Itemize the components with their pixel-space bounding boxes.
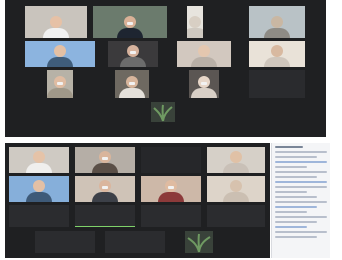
- name-tile[interactable]: [207, 205, 265, 227]
- participant-video: [92, 180, 118, 202]
- face-mask: [201, 82, 207, 85]
- name-tile[interactable]: [75, 205, 135, 227]
- participant-video: [187, 16, 203, 38]
- plant-icon: [153, 104, 173, 122]
- face-mask: [129, 82, 135, 85]
- active-speaker-indicator: [75, 226, 135, 227]
- chat-message: [275, 181, 327, 183]
- participant-video: [264, 45, 290, 67]
- participant-video: [43, 16, 69, 38]
- participant-video: [223, 151, 249, 173]
- face-mask: [127, 22, 133, 25]
- participant-tile[interactable]: [108, 41, 158, 67]
- chat-message: [275, 161, 327, 163]
- chat-message: [275, 196, 317, 198]
- chat-message: [275, 191, 307, 193]
- participant-tile[interactable]: [249, 41, 305, 67]
- participant-video: [264, 16, 290, 38]
- participant-video: [92, 151, 118, 173]
- participant-tile[interactable]: [115, 70, 149, 98]
- chat-message: [275, 216, 327, 218]
- participant-tile[interactable]: [249, 6, 305, 38]
- participant-video: [47, 76, 73, 98]
- participant-tile[interactable]: [177, 41, 231, 67]
- face-mask: [102, 186, 108, 189]
- participant-tile[interactable]: [249, 70, 305, 98]
- chat-message: [275, 201, 327, 203]
- face-mask: [168, 186, 174, 189]
- participant-tile[interactable]: [207, 176, 265, 202]
- participant-video: [191, 76, 217, 98]
- participant-video: [158, 180, 184, 202]
- chat-message: [275, 171, 327, 173]
- participant-tile[interactable]: [93, 6, 167, 38]
- chat-message: [275, 236, 317, 238]
- participant-tile[interactable]: [9, 147, 69, 173]
- participant-tile[interactable]: [75, 176, 135, 202]
- participant-tile[interactable]: [207, 147, 265, 173]
- bottom-meeting-window: [5, 143, 270, 258]
- participant-video: [26, 180, 52, 202]
- chat-message: [275, 186, 327, 188]
- participant-tile[interactable]: [9, 176, 69, 202]
- participant-video: [119, 76, 145, 98]
- chat-message: [275, 151, 327, 153]
- chat-message: [275, 166, 307, 168]
- plant-tile[interactable]: [185, 231, 213, 253]
- plant-icon: [187, 233, 211, 253]
- name-tile[interactable]: [35, 231, 95, 253]
- chat-message: [275, 176, 317, 178]
- participant-video: [191, 45, 217, 67]
- participant-tile[interactable]: [47, 70, 73, 98]
- top-meeting-window: [5, 0, 326, 137]
- participant-tile[interactable]: [187, 6, 203, 38]
- chat-message: [275, 211, 307, 213]
- participant-tile[interactable]: [25, 41, 95, 67]
- plant-tile[interactable]: [151, 102, 175, 122]
- name-tile[interactable]: [141, 205, 201, 227]
- participant-tile[interactable]: [25, 6, 87, 38]
- participant-video: [223, 180, 249, 202]
- name-tile[interactable]: [105, 231, 165, 253]
- participant-video: [26, 151, 52, 173]
- face-mask: [102, 157, 108, 160]
- participant-tile[interactable]: [141, 176, 201, 202]
- chat-message: [275, 226, 307, 228]
- participant-video: [47, 45, 73, 67]
- chat-message: [275, 206, 317, 208]
- chat-message: [275, 156, 317, 158]
- face-mask: [57, 82, 63, 85]
- chat-message: [275, 231, 327, 233]
- participant-tile[interactable]: [189, 70, 219, 98]
- participant-video: [120, 45, 146, 67]
- chat-message: [275, 221, 317, 223]
- participant-video: [117, 16, 143, 38]
- face-mask: [130, 51, 136, 54]
- name-tile[interactable]: [9, 205, 69, 227]
- participant-tile[interactable]: [75, 147, 135, 173]
- chat-header: [275, 146, 303, 148]
- chat-panel[interactable]: [271, 143, 330, 258]
- participant-tile[interactable]: [141, 147, 201, 173]
